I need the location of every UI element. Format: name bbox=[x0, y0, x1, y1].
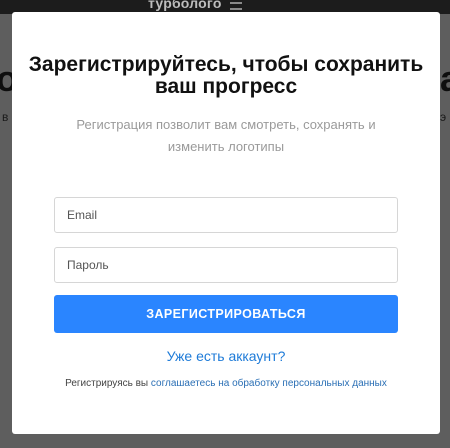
registration-modal: Зарегистрируйтесь, чтобы сохранить ваш п… bbox=[12, 12, 440, 434]
modal-subtitle: Регистрация позволит вам смотреть, сохра… bbox=[76, 117, 376, 154]
terms-prefix: Регистрируясь вы bbox=[65, 378, 149, 389]
menu-lines-icon[interactable] bbox=[230, 2, 242, 10]
login-link[interactable]: Уже есть аккаунт? bbox=[26, 348, 426, 364]
background-heading-fragment-right: а bbox=[440, 58, 450, 100]
terms-link[interactable]: соглашаетесь на обработку персональных д… bbox=[151, 378, 387, 389]
background-text-fragment-right: э bbox=[440, 110, 447, 124]
background-text-fragment-left: в bbox=[2, 110, 9, 124]
modal-title: Зарегистрируйтесь, чтобы сохранить ваш п… bbox=[28, 53, 424, 98]
password-field[interactable] bbox=[54, 247, 398, 283]
site-logo[interactable]: турбологo bbox=[148, 0, 222, 11]
terms-notice: Регистрируясь вы соглашаетесь на обработ… bbox=[26, 378, 426, 389]
email-field[interactable] bbox=[54, 197, 398, 233]
register-button[interactable]: ЗАРЕГИСТРИРОВАТЬСЯ bbox=[54, 295, 398, 333]
